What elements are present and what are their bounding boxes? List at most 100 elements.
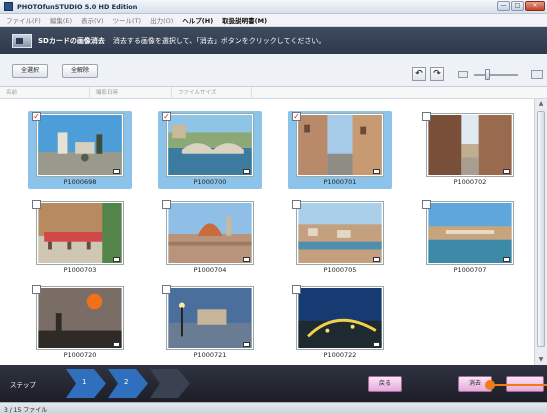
step-2-number: 2 bbox=[124, 378, 129, 386]
instruction-text: SDカードの画像消去 消去する画像を選択して、「消去」ボタンをクリックしてください… bbox=[38, 36, 325, 46]
photo-tile-p1000722[interactable]: P1000722 bbox=[288, 284, 392, 362]
column-name[interactable]: 名前 bbox=[0, 87, 90, 98]
vertical-scrollbar[interactable]: ▲ ▼ bbox=[534, 99, 547, 365]
media-badge-icon bbox=[243, 257, 250, 262]
photo-checkbox[interactable] bbox=[32, 285, 41, 294]
column-size[interactable]: ファイルサイズ bbox=[172, 87, 252, 98]
photo-name: P1000701 bbox=[323, 178, 357, 186]
media-badge-icon bbox=[503, 169, 510, 174]
photo-checkbox[interactable]: ✓ bbox=[292, 112, 301, 121]
photo-name: P1000698 bbox=[63, 178, 97, 186]
photo-tile-p1000720[interactable]: P1000720 bbox=[28, 284, 132, 362]
photo-checkbox[interactable]: ✓ bbox=[32, 112, 41, 121]
photo-name: P1000702 bbox=[453, 178, 487, 186]
select-all-button[interactable]: 全選択 bbox=[12, 64, 49, 78]
step-1-number: 1 bbox=[82, 378, 87, 386]
photo-tile-p1000705[interactable]: P1000705 bbox=[288, 199, 392, 277]
pointer-line bbox=[493, 384, 547, 386]
photo-checkbox[interactable] bbox=[292, 285, 301, 294]
step-1: 1 bbox=[66, 369, 106, 398]
photo-thumbnail bbox=[297, 287, 383, 349]
instruction-header: SDカードの画像消去 消去する画像を選択して、「消去」ボタンをクリックしてください… bbox=[0, 27, 547, 54]
column-date[interactable]: 撮影日時 bbox=[90, 87, 172, 98]
column-header: 名前 撮影日時 ファイルサイズ bbox=[0, 87, 547, 99]
deselect-all-button[interactable]: 全解除 bbox=[62, 64, 99, 78]
menu-tools[interactable]: ツール(T) bbox=[113, 15, 142, 25]
title-bar: PHOTOfunSTUDIO 5.0 HD Edition — □ × bbox=[0, 0, 547, 14]
rotate-left-icon[interactable]: ↶ bbox=[412, 67, 426, 81]
step-2: 2 bbox=[108, 369, 148, 398]
photo-thumbnail bbox=[167, 202, 253, 264]
menu-help[interactable]: ヘルプ(H) bbox=[182, 15, 213, 25]
menu-output[interactable]: 出力(O) bbox=[150, 15, 173, 25]
toolbar: 全選択 全解除 ↶ ↷ bbox=[0, 54, 547, 87]
photo-name: P1000720 bbox=[63, 351, 97, 359]
photo-tile-p1000701[interactable]: ✓ P1000701 bbox=[288, 111, 392, 189]
photo-thumbnail bbox=[427, 202, 513, 264]
photo-tile-p1000698[interactable]: ✓ P1000698 bbox=[28, 111, 132, 189]
zoom-slider-handle[interactable] bbox=[485, 69, 490, 80]
photo-checkbox[interactable] bbox=[422, 200, 431, 209]
photo-thumbnail bbox=[37, 202, 123, 264]
photo-thumbnail bbox=[167, 114, 253, 176]
photo-name: P1000700 bbox=[193, 178, 227, 186]
maximize-button[interactable]: □ bbox=[511, 1, 524, 11]
zoom-slider-track[interactable] bbox=[474, 74, 518, 76]
menu-file[interactable]: ファイル(F) bbox=[6, 15, 41, 25]
step-label: ステップ bbox=[10, 381, 36, 389]
photo-name: P1000721 bbox=[193, 351, 227, 359]
sd-card-icon bbox=[12, 33, 32, 48]
zoom-large-icon[interactable] bbox=[531, 70, 543, 79]
media-badge-icon bbox=[373, 342, 380, 347]
zoom-small-icon[interactable] bbox=[458, 71, 468, 78]
minimize-button[interactable]: — bbox=[497, 1, 510, 11]
photo-name: P1000705 bbox=[323, 266, 357, 274]
menu-view[interactable]: 表示(V) bbox=[81, 15, 104, 25]
menu-manual[interactable]: 取扱説明書(M) bbox=[222, 15, 267, 25]
media-badge-icon bbox=[113, 257, 120, 262]
photo-thumbnail bbox=[297, 202, 383, 264]
photo-tile-p1000721[interactable]: P1000721 bbox=[158, 284, 262, 362]
photo-name: P1000707 bbox=[453, 266, 487, 274]
rotate-right-icon[interactable]: ↷ bbox=[430, 67, 444, 81]
thumbnail-grid: ✓ P1000698 ✓ P1000700 ✓ P1000701 P100070… bbox=[0, 99, 534, 365]
media-badge-icon bbox=[113, 169, 120, 174]
window-title: PHOTOfunSTUDIO 5.0 HD Edition bbox=[17, 2, 138, 11]
scroll-down-icon[interactable]: ▼ bbox=[535, 355, 547, 365]
close-button[interactable]: × bbox=[525, 1, 545, 11]
scroll-thumb[interactable] bbox=[537, 111, 545, 347]
photo-checkbox[interactable] bbox=[32, 200, 41, 209]
photo-name: P1000722 bbox=[323, 351, 357, 359]
window-controls: — □ × bbox=[497, 1, 545, 11]
photo-tile-p1000707[interactable]: P1000707 bbox=[418, 199, 522, 277]
photo-tile-p1000702[interactable]: P1000702 bbox=[418, 111, 522, 189]
photo-tile-p1000700[interactable]: ✓ P1000700 bbox=[158, 111, 262, 189]
scroll-up-icon[interactable]: ▲ bbox=[535, 99, 547, 109]
photo-tile-p1000703[interactable]: P1000703 bbox=[28, 199, 132, 277]
menu-edit[interactable]: 編集(E) bbox=[50, 15, 72, 25]
mode-title: SDカードの画像消去 bbox=[38, 36, 105, 45]
photo-name: P1000703 bbox=[63, 266, 97, 274]
media-badge-icon bbox=[373, 169, 380, 174]
photo-thumbnail bbox=[297, 114, 383, 176]
photo-checkbox[interactable] bbox=[162, 200, 171, 209]
media-badge-icon bbox=[113, 342, 120, 347]
photo-tile-p1000704[interactable]: P1000704 bbox=[158, 199, 262, 277]
photo-checkbox[interactable] bbox=[422, 112, 431, 121]
photo-checkbox[interactable] bbox=[292, 200, 301, 209]
photo-thumbnail bbox=[37, 114, 123, 176]
file-count: 3 / 15 ファイル bbox=[4, 407, 48, 414]
photo-checkbox[interactable]: ✓ bbox=[162, 112, 171, 121]
photo-name: P1000704 bbox=[193, 266, 227, 274]
photo-thumbnail bbox=[427, 114, 513, 176]
back-button[interactable]: 戻る bbox=[368, 376, 403, 392]
status-bar: 3 / 15 ファイル bbox=[0, 402, 547, 414]
step-3-chevron-icon bbox=[150, 369, 190, 398]
media-badge-icon bbox=[503, 257, 510, 262]
photo-thumbnail bbox=[37, 287, 123, 349]
photo-thumbnail bbox=[167, 287, 253, 349]
media-badge-icon bbox=[243, 342, 250, 347]
app-icon bbox=[4, 2, 13, 11]
photo-checkbox[interactable] bbox=[162, 285, 171, 294]
media-badge-icon bbox=[373, 257, 380, 262]
